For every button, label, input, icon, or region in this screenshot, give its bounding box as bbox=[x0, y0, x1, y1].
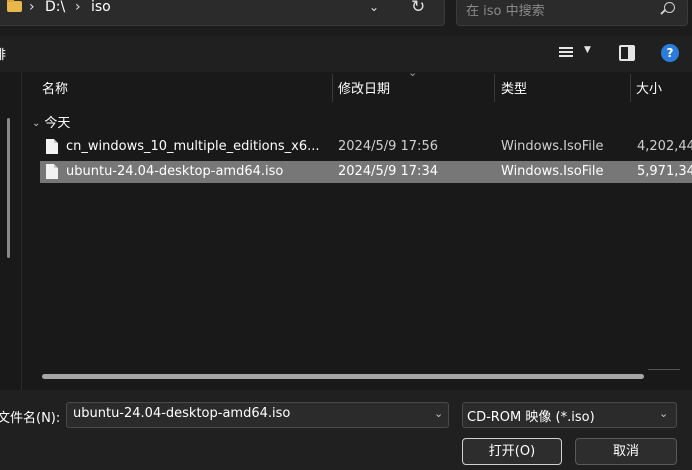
column-header-name[interactable]: 名称 bbox=[42, 78, 68, 97]
sort-indicator-icon: ⌄ bbox=[408, 66, 418, 79]
file-type: Windows.IsoFile bbox=[501, 164, 604, 179]
file-name: ubuntu-24.04-desktop-amd64.iso bbox=[66, 164, 284, 179]
navigation-pane bbox=[0, 72, 22, 390]
bottom-bar: 文件名(N): ubuntu-24.04-desktop-amd64.iso ⌄… bbox=[0, 390, 692, 470]
chevron-down-icon[interactable]: ⌄ bbox=[434, 407, 443, 420]
preview-pane-icon[interactable] bbox=[619, 45, 635, 61]
column-divider[interactable] bbox=[332, 74, 333, 102]
folder-icon bbox=[7, 0, 22, 12]
chevron-down-icon[interactable]: ⌄ bbox=[659, 407, 668, 420]
search-icon[interactable] bbox=[664, 2, 675, 13]
sort-button[interactable]: 排 bbox=[0, 44, 6, 63]
file-date: 2024/5/9 17:56 bbox=[338, 139, 438, 154]
column-divider[interactable] bbox=[630, 74, 631, 102]
file-type-filter-select[interactable]: CD-ROM 映像 (*.iso) ⌄ bbox=[462, 402, 677, 428]
open-button[interactable]: 打开(O) bbox=[462, 438, 562, 465]
column-headers: 名称 ⌄ 修改日期 类型 大小 bbox=[22, 66, 692, 104]
column-header-date[interactable]: 修改日期 bbox=[338, 78, 390, 97]
file-icon bbox=[46, 164, 58, 179]
file-row-selected[interactable]: ubuntu-24.04-desktop-amd64.iso 2024/5/9 … bbox=[40, 161, 692, 183]
breadcrumb-folder[interactable]: iso bbox=[91, 0, 111, 15]
chevron-right-icon[interactable]: › bbox=[29, 0, 35, 15]
horizontal-scrollbar-thumb[interactable] bbox=[42, 374, 644, 379]
file-icon bbox=[46, 139, 58, 154]
horizontal-scrollbar[interactable] bbox=[42, 374, 644, 380]
search-placeholder: 在 iso 中搜索 bbox=[466, 4, 545, 19]
file-name: cn_windows_10_multiple_editions_x6... bbox=[66, 139, 320, 154]
filename-field[interactable]: ubuntu-24.04-desktop-amd64.iso ⌄ bbox=[66, 402, 449, 428]
file-list-area: 名称 ⌄ 修改日期 类型 大小 ⌄ 今天 cn_windows_10_multip… bbox=[0, 66, 692, 390]
refresh-icon[interactable]: ↻ bbox=[411, 0, 425, 17]
help-icon[interactable]: ? bbox=[661, 44, 679, 62]
view-dropdown-icon[interactable]: ▼ bbox=[584, 45, 591, 55]
search-input[interactable]: 在 iso 中搜索 bbox=[456, 0, 688, 26]
file-row[interactable]: cn_windows_10_multiple_editions_x6... 20… bbox=[40, 136, 692, 158]
chevron-down-icon[interactable]: ⌄ bbox=[32, 118, 40, 129]
file-date: 2024/5/9 17:34 bbox=[338, 164, 438, 179]
divider bbox=[648, 369, 680, 370]
nav-scrollbar[interactable] bbox=[7, 118, 10, 258]
group-label: 今天 bbox=[44, 116, 71, 131]
toolbar: 排 ▼ ? bbox=[0, 36, 692, 72]
file-type: Windows.IsoFile bbox=[501, 139, 604, 154]
view-mode-icon[interactable] bbox=[559, 47, 573, 61]
breadcrumb-drive[interactable]: D:\ bbox=[45, 0, 65, 15]
chevron-down-icon[interactable]: ⌄ bbox=[369, 0, 379, 14]
address-bar[interactable]: › D:\ › iso ⌄ ↻ bbox=[0, 0, 445, 26]
file-size: 4,202,44 bbox=[637, 139, 692, 154]
column-divider[interactable] bbox=[494, 74, 495, 102]
file-size: 5,971,34 bbox=[637, 164, 692, 179]
cancel-button[interactable]: 取消 bbox=[575, 438, 677, 465]
chevron-right-icon[interactable]: › bbox=[75, 0, 81, 15]
column-header-size[interactable]: 大小 bbox=[636, 78, 662, 97]
address-row: › D:\ › iso ⌄ ↻ 在 iso 中搜索 bbox=[0, 0, 692, 36]
group-header-today[interactable]: ⌄ 今天 bbox=[32, 112, 71, 131]
filter-value: CD-ROM 映像 (*.iso) bbox=[467, 410, 595, 425]
column-header-type[interactable]: 类型 bbox=[501, 78, 527, 97]
filename-label: 文件名(N): bbox=[0, 411, 61, 426]
filename-value[interactable]: ubuntu-24.04-desktop-amd64.iso bbox=[73, 406, 290, 421]
